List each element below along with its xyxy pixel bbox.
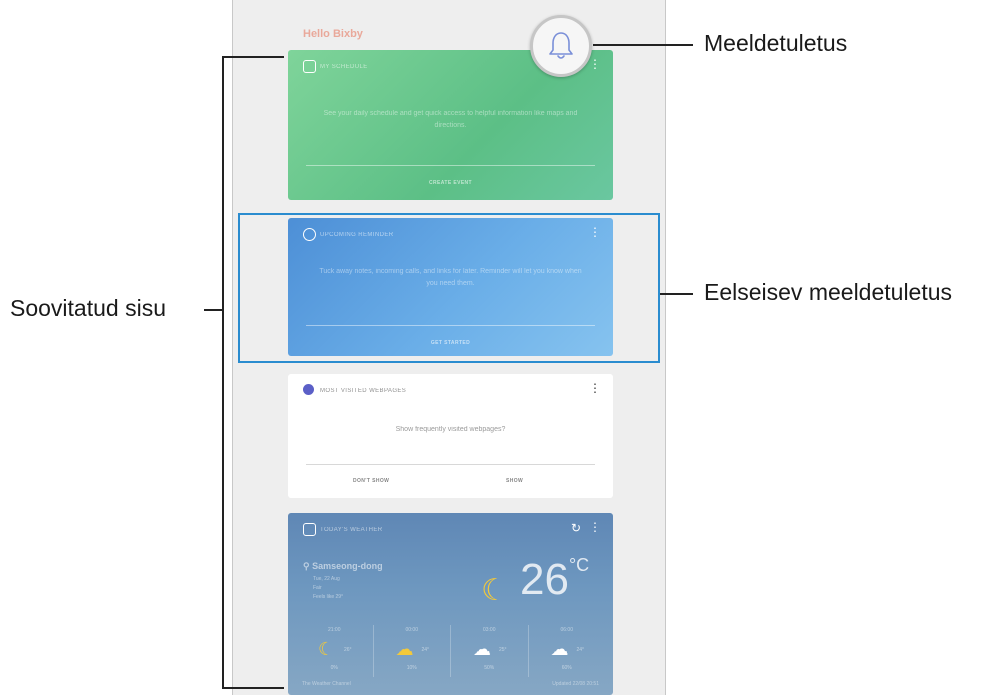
refresh-icon[interactable]: ↻ [571, 521, 581, 535]
weather-card-header: TODAY'S WEATHER [320, 527, 383, 533]
create-event-button[interactable]: CREATE EVENT [288, 180, 613, 186]
location-pin-icon: ⚲ [303, 561, 313, 571]
feels-like: Feels like 29° [313, 594, 344, 600]
dont-show-button[interactable]: DON'T SHOW [353, 478, 389, 484]
forecast-deg: 24° [421, 647, 430, 653]
forecast-time: 21:00 [327, 627, 341, 633]
more-options-icon[interactable]: ⋮ [589, 382, 601, 394]
web-card-header: MOST VISITED WEBPAGES [320, 388, 407, 394]
callout-line [660, 293, 693, 295]
forecast-precip: 60% [561, 665, 572, 671]
calendar-icon [303, 60, 316, 73]
divider [306, 464, 595, 465]
callout-line [204, 309, 222, 311]
more-options-icon[interactable]: ⋮ [589, 521, 601, 533]
weather-updated: Updated 22/08 20:51 [552, 681, 599, 687]
rain-icon: ☁ [473, 639, 491, 659]
location-name: Samseong-dong [312, 561, 383, 571]
schedule-card-text: See your daily schedule and get quick ac… [323, 110, 578, 129]
moon-icon: ☾ [481, 574, 508, 607]
callout-suggested: Soovitatud sisu [10, 295, 166, 321]
forecast-precip: 10% [406, 665, 417, 671]
forecast-time: 00:00 [405, 627, 418, 633]
hourly-forecast: 21:00 ☾ 26° 0% 00:00 ☁ 24° 10% 03:00 ☁ 2… [296, 625, 605, 677]
bell-icon [549, 32, 573, 59]
forecast-deg: 26° [344, 647, 352, 653]
weather-source: The Weather Channel [302, 681, 351, 687]
forecast-hour: 06:00 ☁ 24° 60% [527, 625, 606, 677]
forecast-precip: 50% [484, 665, 495, 671]
bracket-vertical [222, 56, 224, 689]
forecast-hour: 21:00 ☾ 26° 0% [296, 625, 373, 677]
web-card-text: Show frequently visited webpages? [395, 426, 506, 433]
divider [306, 165, 595, 166]
most-visited-webpages-card[interactable]: MOST VISITED WEBPAGES ⋮ Show frequently … [288, 374, 613, 498]
callout-upcoming: Eelseisev meeldetuletus [704, 279, 953, 305]
forecast-deg: 24° [576, 647, 585, 653]
more-options-icon[interactable]: ⋮ [589, 58, 601, 70]
reminder-bell-button[interactable] [530, 15, 592, 77]
show-button[interactable]: SHOW [506, 478, 523, 484]
forecast-hour: 00:00 ☁ 24° 10% [372, 625, 451, 677]
current-temperature: 26°C [520, 555, 589, 605]
weather-icon [303, 523, 316, 536]
forecast-time: 03:00 [482, 627, 496, 633]
location-label: ⚲ Samseong-dong [303, 561, 383, 572]
bracket-top [222, 56, 284, 58]
upcoming-reminder-highlight [238, 213, 660, 363]
weather-condition: Fair [313, 585, 322, 591]
schedule-card-header: MY SCHEDULE [320, 64, 368, 70]
bracket-bottom [222, 687, 284, 689]
callout-line [593, 44, 693, 46]
temperature-unit: °C [568, 555, 590, 575]
callout-reminder: Meeldetuletus [704, 30, 848, 56]
moon-icon: ☾ [318, 639, 335, 659]
forecast-deg: 25° [499, 647, 507, 653]
temperature-value: 26 [520, 555, 569, 604]
rain-icon: ☁ [550, 639, 569, 659]
screen-title: Hello Bixby [303, 28, 363, 40]
weather-card[interactable]: TODAY'S WEATHER ↻ ⋮ ⚲ Samseong-dong Tue,… [288, 513, 613, 695]
weather-footer: The Weather Channel Updated 22/08 20:51 [302, 681, 599, 687]
forecast-precip: 0% [330, 665, 338, 671]
forecast-hour: 03:00 ☁ 25° 50% [450, 625, 528, 677]
browser-icon [303, 384, 314, 395]
forecast-time: 06:00 [560, 627, 573, 633]
weather-date: Tue, 22 Aug [313, 576, 340, 582]
moon-cloud-icon: ☁ [395, 639, 414, 659]
